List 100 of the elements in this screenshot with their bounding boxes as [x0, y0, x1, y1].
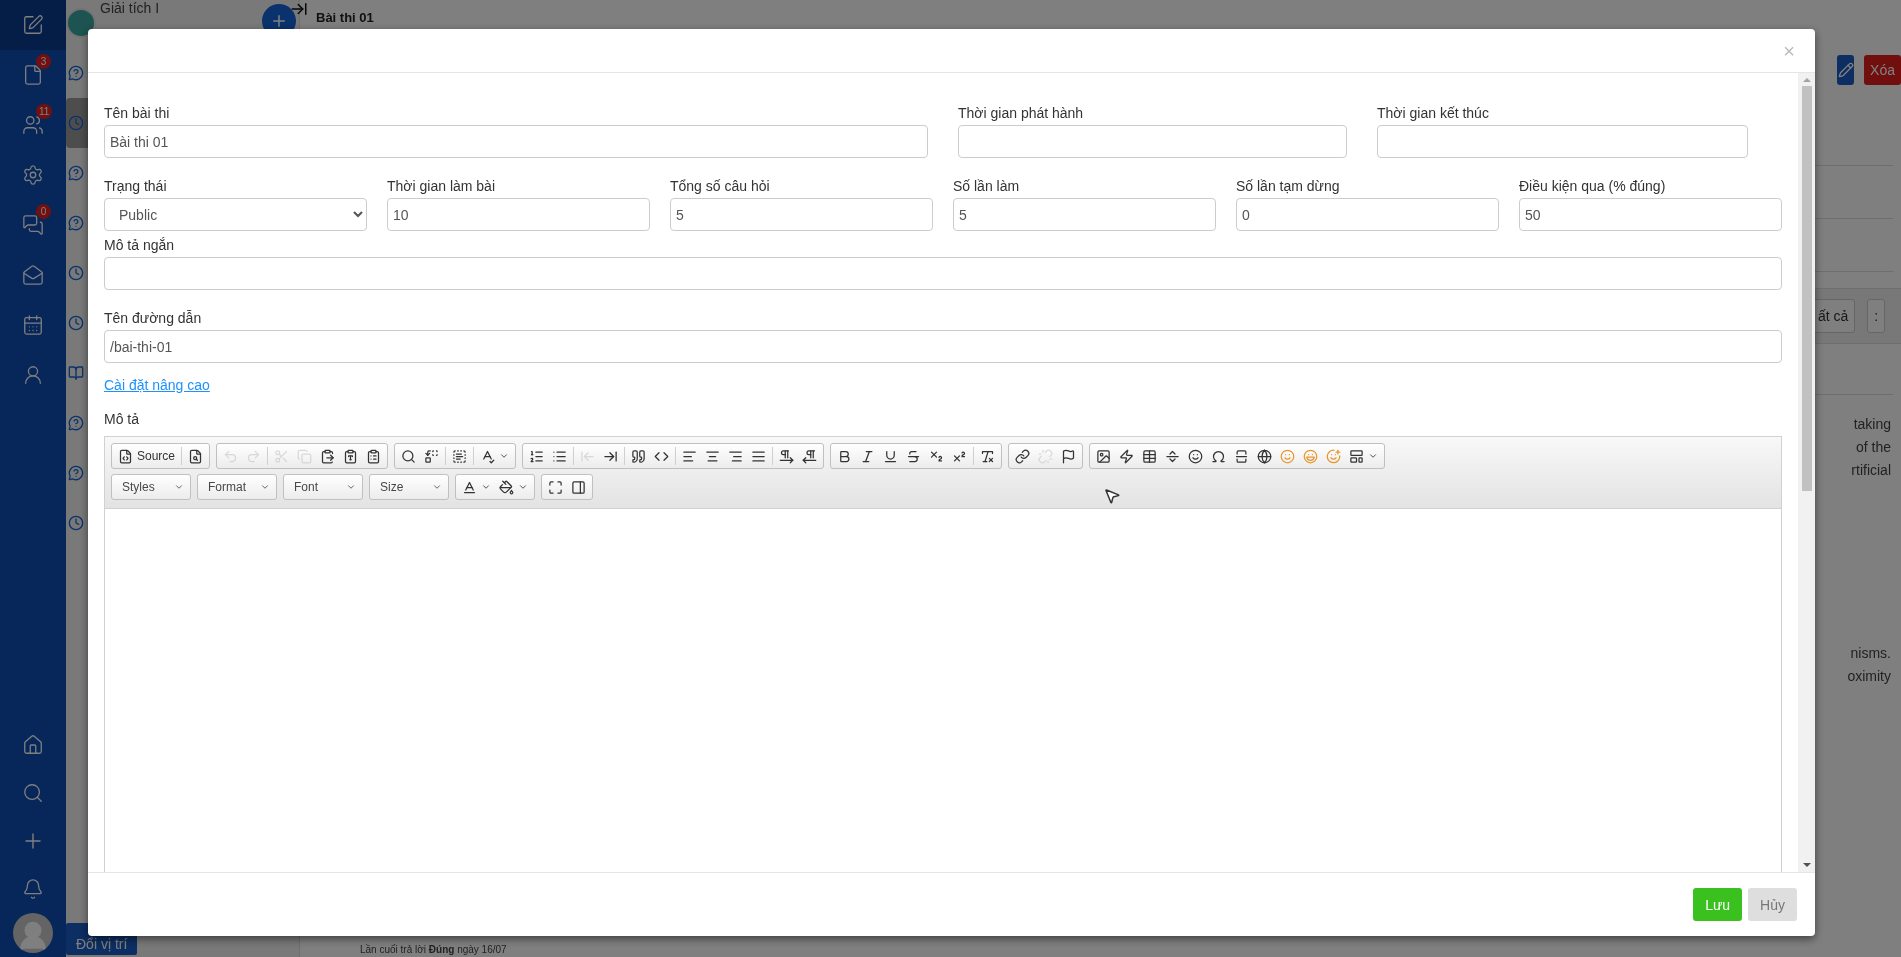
globe-icon: [1257, 448, 1273, 464]
flash-icon: [1119, 448, 1135, 464]
format-dropdown[interactable]: Font: [286, 476, 360, 498]
copy-icon: [297, 448, 313, 464]
more-button[interactable]: :: [1867, 299, 1886, 333]
template-icon: [1349, 448, 1365, 464]
smiley-icon: [1188, 448, 1204, 464]
field-label: Mô tả: [104, 411, 140, 428]
caret-icon: [260, 482, 270, 492]
settings-icon: [22, 164, 44, 186]
caret-icon: [518, 482, 528, 492]
select-all-icon: [452, 448, 468, 464]
paste-icon: [320, 448, 336, 464]
person-icon: [22, 364, 44, 386]
field-label: Tên đường dẫn: [104, 310, 203, 327]
background-color-icon: [499, 479, 514, 495]
field-label: Thời gian phát hành: [958, 105, 1085, 122]
strikethrough-icon: [906, 448, 922, 464]
status-select[interactable]: Public: [104, 198, 367, 231]
edit-button[interactable]: [1837, 55, 1855, 85]
field-label: Tổng số câu hỏi: [670, 178, 771, 195]
clock-icon: [68, 265, 84, 281]
input-field[interactable]: 5: [670, 198, 933, 231]
clock-icon: [68, 115, 84, 131]
book-icon: [68, 365, 84, 381]
field-label: Điều kiện qua (% đúng): [1519, 178, 1667, 195]
input-field[interactable]: [1377, 125, 1748, 158]
caret-icon: [499, 451, 510, 461]
avatar[interactable]: [13, 913, 53, 953]
scissors-icon: [274, 448, 290, 464]
replace-icon: [424, 448, 440, 464]
input-field[interactable]: 50: [1519, 198, 1782, 231]
plus-icon: [270, 12, 288, 30]
link-icon: [1015, 448, 1031, 464]
horizontal-line-icon: [1165, 448, 1181, 464]
input-field[interactable]: 10: [387, 198, 650, 231]
bell-icon[interactable]: [22, 878, 44, 900]
paste-text-icon: [343, 448, 359, 464]
format-dropdown[interactable]: Size: [372, 476, 446, 498]
question-icon: [68, 215, 84, 231]
redo-icon: [246, 448, 262, 464]
maximize-icon: [548, 479, 563, 495]
pencil-icon: [1837, 62, 1854, 78]
input-field[interactable]: 5: [953, 198, 1216, 231]
text-line: oximity: [1846, 667, 1892, 686]
input-field[interactable]: Bài thi 01: [104, 125, 928, 158]
align-justify-icon: [751, 448, 767, 464]
caret-icon: [1368, 451, 1379, 461]
italic-icon: [860, 448, 876, 464]
edit-icon: [22, 14, 44, 36]
image-icon: [1096, 448, 1112, 464]
caret-icon: [432, 482, 442, 492]
remove-format-icon: [980, 448, 996, 464]
page-break-icon: [1234, 448, 1250, 464]
table-icon: [1142, 448, 1158, 464]
text-line: of the: [1854, 438, 1892, 457]
input-field[interactable]: /bai-thi-01: [104, 330, 1782, 363]
calendar-icon: [22, 314, 44, 336]
notification-badge: 3: [36, 54, 51, 69]
input-field[interactable]: [958, 125, 1347, 158]
bulleted-list-icon: [552, 448, 568, 464]
format-dropdown[interactable]: Styles: [114, 476, 188, 498]
input-field[interactable]: [104, 257, 1782, 290]
spellcheck-icon: [480, 448, 496, 464]
text-line: nisms.: [1849, 644, 1892, 663]
field-label: Thời gian làm bài: [387, 178, 496, 195]
field-label: Số lần tạm dừng: [1236, 178, 1341, 195]
field-label: Mô tả ngắn: [104, 237, 176, 254]
clock-icon: [68, 515, 84, 531]
mouse-cursor-icon: [1103, 487, 1121, 505]
collapse-icon[interactable]: [290, 0, 308, 18]
field-label: Trạng thái: [104, 178, 168, 195]
align-left-icon: [682, 448, 698, 464]
scrollbar[interactable]: [1798, 73, 1815, 872]
input-field[interactable]: 0: [1236, 198, 1499, 231]
unlink-icon: [1038, 448, 1054, 464]
question-icon: [68, 65, 84, 81]
mail-icon: [22, 264, 44, 286]
caret-icon: [174, 482, 184, 492]
source-button[interactable]: Source: [114, 445, 180, 467]
source-code-icon: [118, 448, 133, 464]
question-icon: [68, 465, 84, 481]
field-label: Số lần làm: [953, 178, 1021, 195]
caret-icon: [346, 482, 356, 492]
smiley-icon: [1326, 448, 1342, 464]
format-dropdown[interactable]: Format: [200, 476, 274, 498]
users-icon: [22, 114, 44, 136]
align-right-icon: [728, 448, 744, 464]
chat-icon: [22, 214, 44, 236]
clock-icon: [68, 315, 84, 331]
show-blocks-icon: [571, 479, 586, 495]
question-icon: [68, 165, 84, 181]
text-color-icon: [462, 479, 477, 495]
notification-badge: 11: [36, 104, 53, 119]
nav-item[interactable]: [0, 0, 66, 50]
field-label: Thời gian kết thúc: [1377, 105, 1490, 122]
underline-icon: [883, 448, 899, 464]
search-icon[interactable]: [22, 782, 44, 804]
home-icon[interactable]: [22, 734, 44, 756]
laughing-face-icon: [1303, 448, 1319, 464]
